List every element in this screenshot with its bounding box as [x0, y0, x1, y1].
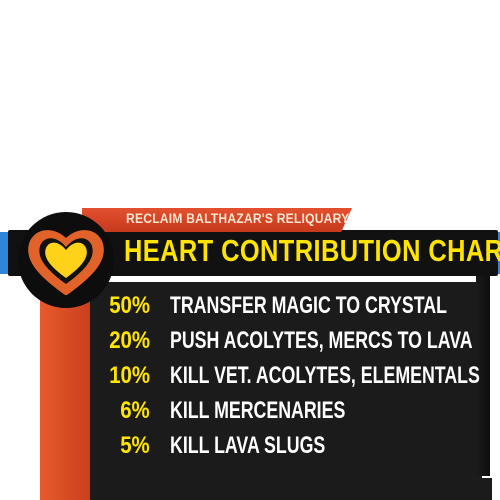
page-title: HEART CONTRIBUTION CHART	[124, 233, 500, 268]
percent-value: 5%	[120, 432, 150, 459]
list-item: 5% KILL LAVA SLUGS	[90, 432, 490, 467]
list-item: 50% TRANSFER MAGIC TO CRYSTAL	[90, 292, 490, 327]
panel-bottom	[82, 478, 492, 500]
percent-value: 50%	[109, 292, 150, 319]
percent-value: 10%	[109, 362, 150, 389]
subtitle-banner: RECLAIM BALTHAZAR'S RELIQUARY	[82, 208, 352, 232]
percent-value: 6%	[120, 397, 150, 424]
task-label: KILL LAVA SLUGS	[170, 432, 326, 459]
contribution-list: 50% TRANSFER MAGIC TO CRYSTAL 20% PUSH A…	[90, 292, 490, 467]
list-item: 6% KILL MERCENARIES	[90, 397, 490, 432]
task-label: PUSH ACOLYTES, MERCS TO LAVA	[170, 327, 473, 354]
task-label: KILL MERCENARIES	[170, 397, 346, 424]
subtitle: RECLAIM BALTHAZAR'S RELIQUARY	[126, 211, 350, 226]
list-item: 10% KILL VET. ACOLYTES, ELEMENTALS	[90, 362, 490, 397]
task-label: TRANSFER MAGIC TO CRYSTAL	[170, 292, 447, 319]
task-label: KILL VET. ACOLYTES, ELEMENTALS	[170, 362, 480, 389]
list-item: 20% PUSH ACOLYTES, MERCS TO LAVA	[90, 327, 490, 362]
percent-value: 20%	[109, 327, 150, 354]
